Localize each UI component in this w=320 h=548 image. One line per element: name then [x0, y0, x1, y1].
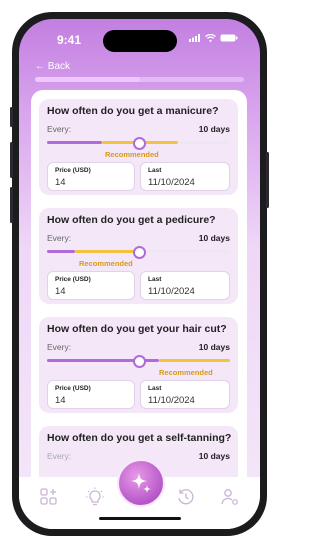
- frequency-value: 10 days: [198, 342, 230, 352]
- price-field[interactable]: Price (USD) 14: [47, 271, 135, 300]
- question-text: How often do you get a self-tanning?: [47, 432, 232, 444]
- status-time: 9:41: [57, 33, 82, 47]
- slider-segment-high: [145, 250, 230, 253]
- question-card: How often do you get a pedicure? Every: …: [39, 208, 238, 304]
- last-date-value: 11/10/2024: [148, 177, 195, 188]
- volume-up-button: [10, 142, 13, 178]
- wifi-icon: [205, 34, 216, 42]
- frequency-slider[interactable]: [47, 355, 230, 368]
- price-label: Price (USD): [55, 167, 91, 174]
- signal-icon: [189, 34, 200, 42]
- onboarding-progress: [35, 77, 244, 82]
- price-value: 14: [55, 395, 66, 406]
- back-button[interactable]: ← Back: [35, 61, 70, 72]
- last-date-value: 11/10/2024: [148, 286, 195, 297]
- question-text: How often do you get your hair cut?: [47, 323, 227, 335]
- volume-down-button: [10, 187, 13, 223]
- price-label: Price (USD): [55, 385, 91, 392]
- last-date-field[interactable]: Last 11/10/2024: [140, 380, 230, 409]
- power-button: [266, 152, 269, 208]
- sparkle-icon: [131, 473, 151, 493]
- slider-segment-low: [47, 250, 75, 253]
- questions-panel[interactable]: How often do you get a manicure? Every: …: [31, 90, 247, 490]
- frequency-value: 10 days: [198, 124, 230, 134]
- recommended-label: Recommended: [105, 150, 159, 159]
- lightbulb-icon[interactable]: [85, 487, 105, 507]
- app-screen: 9:41 ← Back How often do you get a manic…: [19, 19, 260, 529]
- frequency-slider[interactable]: [47, 137, 230, 150]
- frequency-value: 10 days: [198, 451, 230, 461]
- mute-switch: [10, 107, 13, 127]
- last-date-value: 11/10/2024: [148, 395, 195, 406]
- question-card: How often do you get a manicure? Every: …: [39, 99, 238, 195]
- ai-assistant-button[interactable]: [117, 459, 165, 507]
- frequency-slider[interactable]: [47, 246, 230, 259]
- last-label: Last: [148, 167, 162, 174]
- question-text: How often do you get a pedicure?: [47, 214, 216, 226]
- slider-thumb[interactable]: [133, 355, 146, 368]
- price-value: 14: [55, 177, 66, 188]
- every-label: Every:: [47, 233, 72, 243]
- slider-segment-low: [47, 141, 102, 144]
- price-label: Price (USD): [55, 276, 91, 283]
- last-date-field[interactable]: Last 11/10/2024: [140, 271, 230, 300]
- every-label: Every:: [47, 342, 72, 352]
- price-field[interactable]: Price (USD) 14: [47, 162, 135, 191]
- recommended-label: Recommended: [159, 368, 213, 377]
- price-field[interactable]: Price (USD) 14: [47, 380, 135, 409]
- last-label: Last: [148, 276, 162, 283]
- slider-thumb[interactable]: [133, 137, 146, 150]
- onboarding-progress-fill: [35, 77, 140, 82]
- every-label: Every:: [47, 124, 72, 134]
- status-icons: [189, 34, 238, 42]
- slider-segment-high: [178, 141, 230, 144]
- grid-add-icon[interactable]: [39, 487, 59, 507]
- status-bar: 9:41: [19, 19, 260, 63]
- recommended-label: Recommended: [79, 259, 133, 268]
- slider-segment-recommended: [159, 359, 230, 362]
- question-card: How often do you get your hair cut? Ever…: [39, 317, 238, 413]
- last-date-field[interactable]: Last 11/10/2024: [140, 162, 230, 191]
- frequency-value: 10 days: [198, 233, 230, 243]
- last-label: Last: [148, 385, 162, 392]
- question-text: How often do you get a manicure?: [47, 105, 219, 117]
- home-indicator: [99, 517, 181, 520]
- every-label: Every:: [47, 451, 72, 461]
- history-icon[interactable]: [176, 487, 196, 507]
- price-value: 14: [55, 286, 66, 297]
- slider-thumb[interactable]: [133, 246, 146, 259]
- battery-icon: [220, 34, 238, 42]
- dynamic-island: [103, 30, 177, 52]
- user-settings-icon[interactable]: [220, 487, 240, 507]
